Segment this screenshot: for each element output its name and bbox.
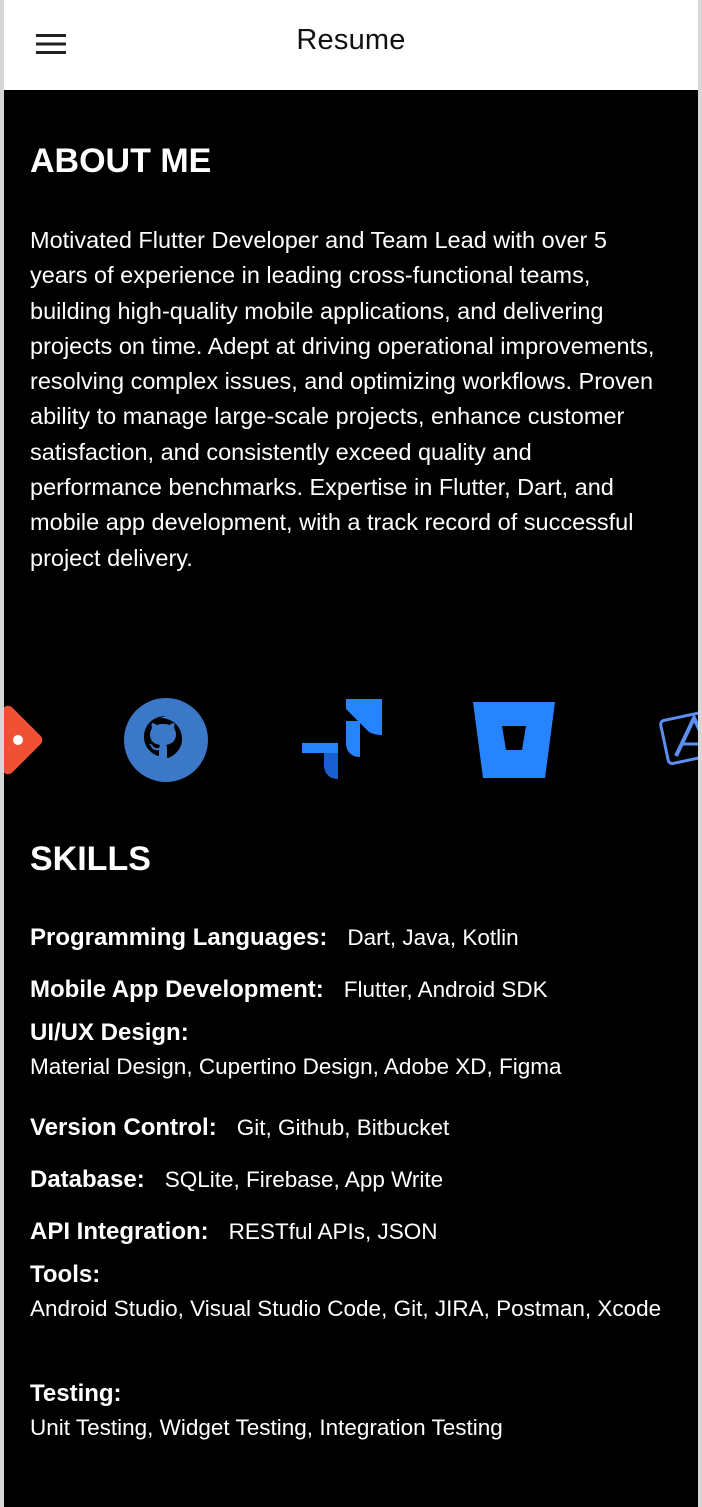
skill-value: Dart, Java, Kotlin <box>347 925 519 950</box>
skill-label: UI/UX Design: <box>30 1019 189 1046</box>
skill-label: Testing: <box>30 1380 122 1407</box>
jira-logo-icon <box>291 690 391 790</box>
list-item: Version Control: Git, Github, Bitbucket <box>30 1114 670 1142</box>
skill-value: Material Design, Cupertino Design, Adobe… <box>30 1054 562 1079</box>
about-text: Motivated Flutter Developer and Team Lea… <box>30 227 655 571</box>
skill-label: API Integration: <box>30 1218 209 1245</box>
skill-value: Git, Github, Bitbucket <box>236 1115 450 1140</box>
skill-value: Unit Testing, Widget Testing, Integratio… <box>30 1415 503 1440</box>
skill-label: Database: <box>30 1166 145 1193</box>
list-item: API Integration: RESTful APIs, JSON <box>30 1218 670 1246</box>
skill-value: RESTful APIs, JSON <box>228 1219 438 1244</box>
skill-value: SQLite, Firebase, App Write <box>164 1167 444 1192</box>
list-item: Programming Languages: Dart, Java, Kotlin <box>30 924 670 952</box>
skill-value: Flutter, Android SDK <box>343 977 548 1002</box>
list-item: Mobile App Development: Flutter, Android … <box>30 976 670 1004</box>
bitbucket-logo-icon <box>464 690 564 790</box>
list-item: Testing: Unit Testing, Widget Testing, I… <box>30 1377 670 1445</box>
resume-content: ABOUT ME Motivated Flutter Developer and… <box>4 90 698 1507</box>
list-item: UI/UX Design: Material Design, Cupertino… <box>30 1016 670 1084</box>
skill-value: Android Studio, Visual Studio Code, Git,… <box>30 1296 662 1321</box>
skill-label: Tools: <box>30 1261 101 1288</box>
skill-label: Programming Languages: <box>30 924 328 951</box>
skill-label: Version Control: <box>30 1114 217 1141</box>
app-bar: Resume <box>4 0 698 90</box>
list-item: Tools: Android Studio, Visual Studio Cod… <box>30 1258 670 1326</box>
github-logo-icon <box>116 690 216 790</box>
app-frame: Resume ABOUT ME Motivated Flutter Develo… <box>0 0 702 1507</box>
skill-label: Mobile App Development: <box>30 976 324 1003</box>
page-title: Resume <box>296 24 406 56</box>
list-item: Database: SQLite, Firebase, App Write <box>30 1166 670 1194</box>
about-heading: ABOUT ME <box>30 142 212 180</box>
git-logo-icon <box>4 690 58 790</box>
tools-logo-carousel[interactable] <box>4 690 698 790</box>
xcode-logo-icon <box>644 690 698 790</box>
skills-heading: SKILLS <box>30 840 151 878</box>
